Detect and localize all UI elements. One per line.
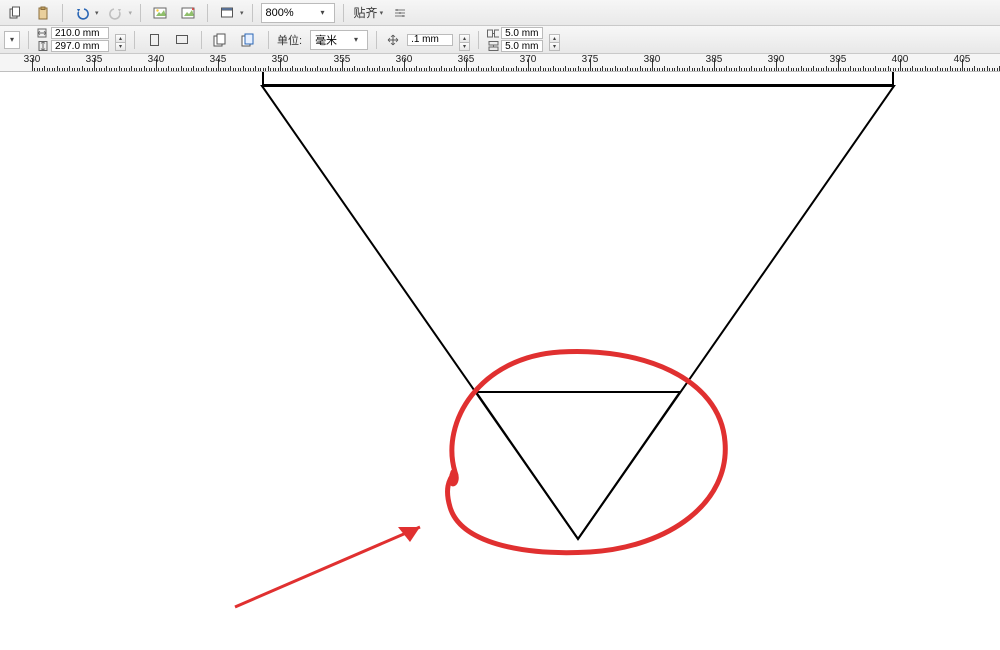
page-height-input[interactable]: 297.0 mm bbox=[51, 40, 109, 52]
separator bbox=[207, 4, 208, 22]
paper-preset-dropdown-icon[interactable]: ▾ bbox=[4, 31, 20, 49]
chevron-down-icon: ▾ bbox=[349, 32, 363, 48]
zoom-value: 800% bbox=[266, 7, 312, 19]
dup-x-input[interactable]: 5.0 mm bbox=[501, 27, 543, 39]
page-height-icon bbox=[37, 41, 49, 51]
separator bbox=[140, 4, 141, 22]
landscape-button[interactable] bbox=[171, 30, 193, 50]
export-image-icon[interactable] bbox=[177, 3, 199, 23]
drawing-canvas[interactable] bbox=[0, 72, 1000, 650]
redo-icon[interactable] bbox=[105, 3, 127, 23]
options-icon[interactable] bbox=[389, 3, 411, 23]
all-pages-icon[interactable] bbox=[210, 30, 232, 50]
undo-icon[interactable] bbox=[71, 3, 93, 23]
ruler-label: 370 bbox=[520, 54, 537, 65]
dup-y-icon bbox=[487, 41, 499, 51]
duplicate-offset-group: 5.0 mm 5.0 mm bbox=[487, 27, 543, 52]
ruler-label: 400 bbox=[892, 54, 909, 65]
triangle-small bbox=[0, 72, 1000, 650]
separator bbox=[62, 4, 63, 22]
annotation-arrow bbox=[0, 72, 1000, 650]
page-width-input[interactable]: 210.0 mm bbox=[51, 27, 109, 39]
page-size-spinner[interactable]: ▴▾ bbox=[115, 34, 126, 46]
triangle-large bbox=[0, 72, 1000, 650]
ruler-label: 335 bbox=[86, 54, 103, 65]
horizontal-ruler[interactable]: 330 335 340 345 350 355 360 365 370 375 380 385 390 3… bbox=[0, 54, 1000, 72]
unit-value: 毫米 bbox=[315, 32, 345, 48]
snap-dropdown-icon[interactable]: ▾ bbox=[380, 9, 384, 17]
separator bbox=[201, 31, 202, 49]
portrait-icon bbox=[150, 34, 159, 46]
ruler-label: 380 bbox=[644, 54, 661, 65]
page-size-group: 210.0 mm 297.0 mm bbox=[37, 27, 109, 52]
import-image-icon[interactable] bbox=[149, 3, 171, 23]
ruler-label: 385 bbox=[706, 54, 723, 65]
property-bar: ▾ 210.0 mm 297.0 mm ▴▾ 单位: 毫米 ▾ bbox=[0, 26, 1000, 54]
separator bbox=[268, 31, 269, 49]
ruler-label: 340 bbox=[148, 54, 165, 65]
main-toolbar: ▾ ▾ ▾ 800% ▾ 贴齐 ▾ bbox=[0, 0, 1000, 26]
ruler-label: 350 bbox=[272, 54, 289, 65]
ruler-label: 345 bbox=[210, 54, 227, 65]
fullscreen-icon[interactable] bbox=[216, 3, 238, 23]
separator bbox=[134, 31, 135, 49]
separator bbox=[478, 31, 479, 49]
ruler-label: 375 bbox=[582, 54, 599, 65]
portrait-button[interactable] bbox=[143, 30, 165, 50]
unit-combo[interactable]: 毫米 ▾ bbox=[310, 30, 368, 50]
separator bbox=[376, 31, 377, 49]
separator bbox=[343, 4, 344, 22]
landscape-icon bbox=[176, 35, 188, 44]
zoom-combo[interactable]: 800% ▾ bbox=[261, 3, 335, 23]
separator bbox=[252, 4, 253, 22]
copy-icon[interactable] bbox=[4, 3, 26, 23]
ruler-label: 395 bbox=[830, 54, 847, 65]
nudge-spinner[interactable]: ▴▾ bbox=[459, 34, 470, 46]
ruler-label: 365 bbox=[458, 54, 475, 65]
current-page-icon[interactable] bbox=[238, 30, 260, 50]
dup-y-input[interactable]: 5.0 mm bbox=[501, 40, 543, 52]
fullscreen-dropdown-icon[interactable]: ▾ bbox=[240, 9, 244, 17]
ruler-label: 390 bbox=[768, 54, 785, 65]
ruler-label: 355 bbox=[334, 54, 351, 65]
undo-dropdown-icon[interactable]: ▾ bbox=[95, 9, 99, 17]
snap-label[interactable]: 贴齐 bbox=[354, 4, 378, 21]
unit-label: 单位: bbox=[277, 32, 302, 48]
dup-x-icon bbox=[487, 28, 499, 38]
nudge-input[interactable]: .1 mm bbox=[407, 34, 453, 46]
redo-dropdown-icon[interactable]: ▾ bbox=[129, 9, 133, 17]
nudge-icon bbox=[385, 35, 401, 45]
annotation-circle bbox=[0, 72, 1000, 650]
dup-offset-spinner[interactable]: ▴▾ bbox=[549, 34, 560, 46]
page-boundary bbox=[262, 72, 894, 86]
ruler-label: 405 bbox=[954, 54, 971, 65]
chevron-down-icon: ▾ bbox=[316, 5, 330, 21]
ruler-label: 330 bbox=[24, 54, 41, 65]
paste-icon[interactable] bbox=[32, 3, 54, 23]
page-width-icon bbox=[37, 28, 49, 38]
separator bbox=[28, 31, 29, 49]
ruler-label: 360 bbox=[396, 54, 413, 65]
